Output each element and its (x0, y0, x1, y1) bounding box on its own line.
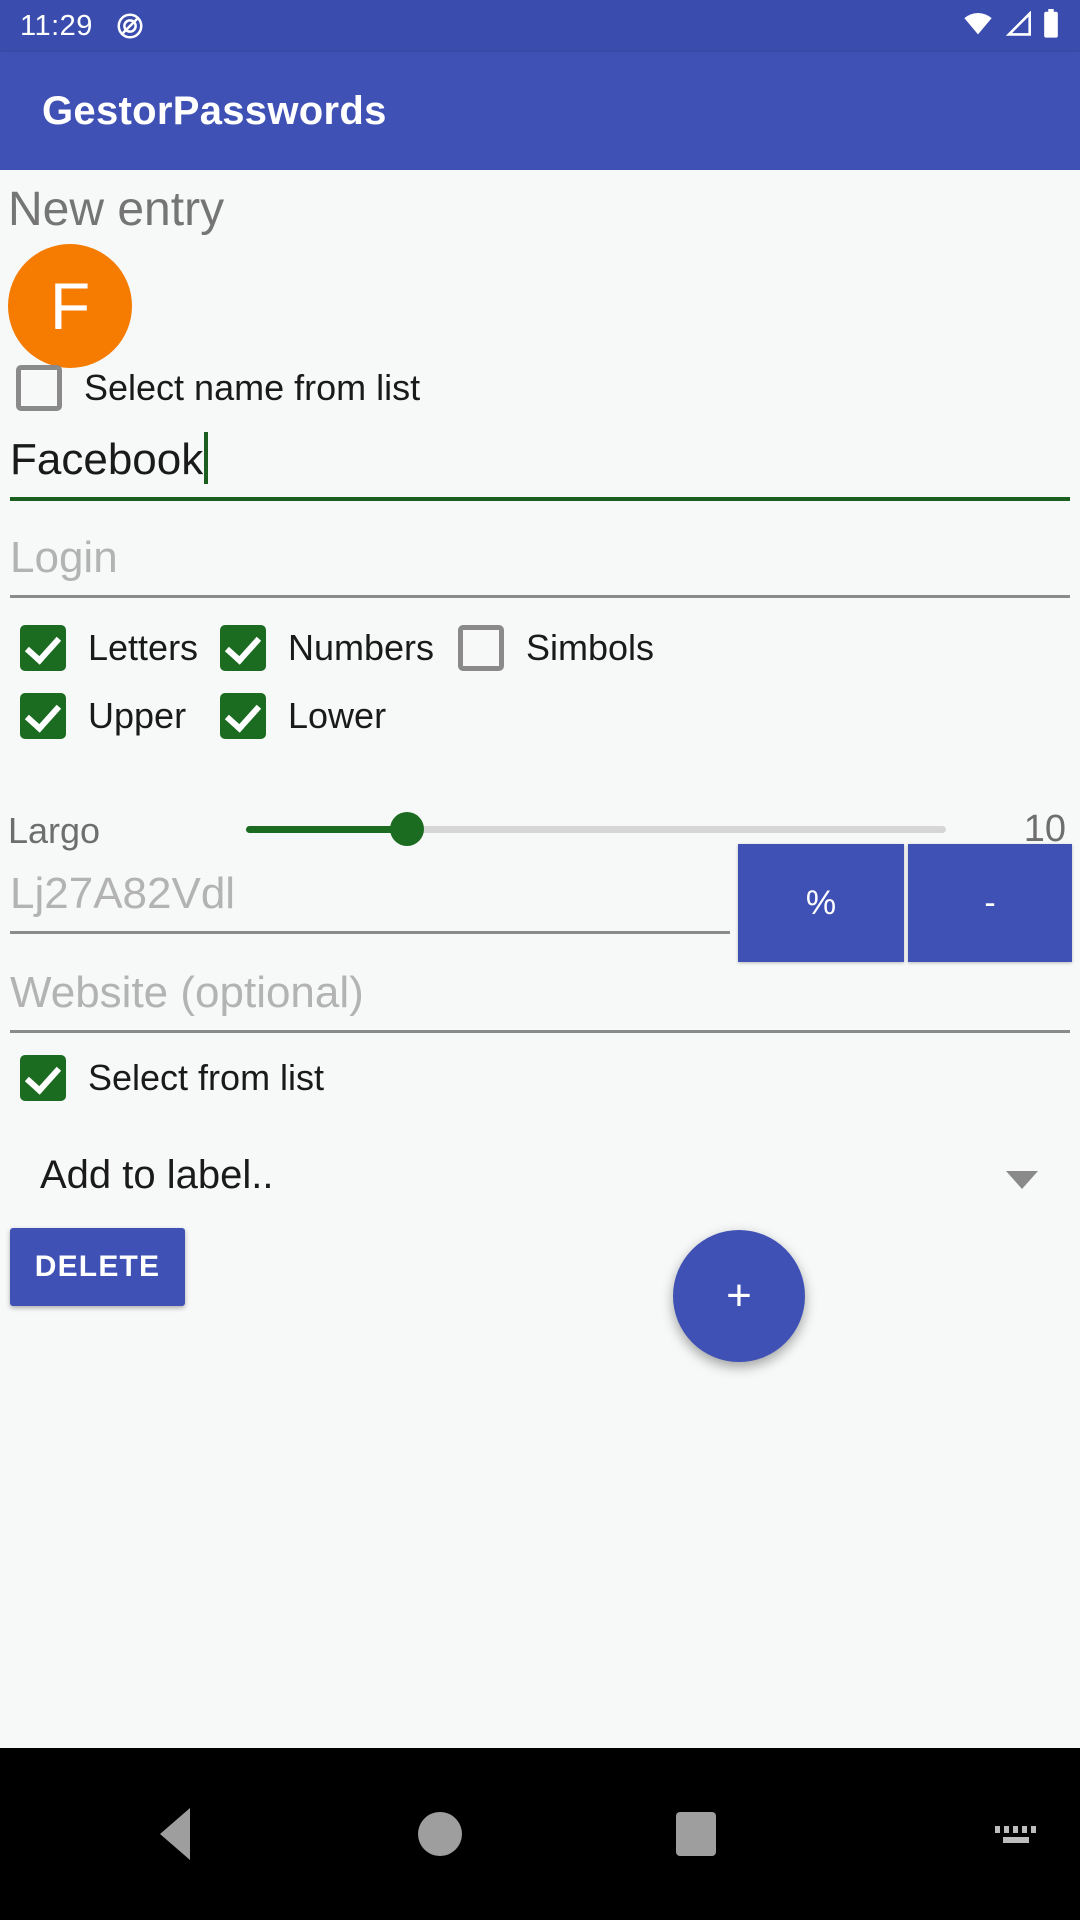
login-field-underline (10, 595, 1070, 598)
website-field-placeholder[interactable]: Website (optional) (10, 965, 1070, 1021)
checkbox-select-name-from-list[interactable]: Select name from list (16, 365, 420, 411)
checkbox-label: Numbers (288, 627, 435, 668)
app-title: GestorPasswords (42, 88, 387, 133)
password-field-placeholder[interactable]: Lj27A82Vdl (10, 866, 730, 922)
checkbox-upper[interactable]: Upper (20, 693, 186, 739)
plus-icon: + (726, 1271, 752, 1320)
back-triangle-icon[interactable] (160, 1808, 190, 1860)
password-field[interactable]: Lj27A82Vdl (10, 866, 730, 934)
checkbox-label: Select from list (88, 1057, 325, 1098)
label-spinner[interactable]: Add to label.. (0, 1135, 1080, 1225)
generate-percent-label: % (805, 883, 837, 922)
website-field-underline (10, 1030, 1070, 1033)
checkbox-box-unchecked[interactable] (458, 625, 504, 671)
checkbox-label: Letters (88, 627, 199, 668)
name-field-value: Facebook (10, 435, 204, 484)
recents-square-icon[interactable] (676, 1812, 716, 1856)
home-circle-icon[interactable] (418, 1812, 462, 1856)
login-field-placeholder[interactable]: Login (10, 530, 1070, 586)
name-field-text[interactable]: Facebook (10, 432, 1070, 488)
delete-button-label: DELETE (34, 1250, 161, 1283)
checkbox-numbers[interactable]: Numbers (220, 625, 434, 671)
circle-slash-icon (115, 11, 145, 41)
length-slider-thumb[interactable] (390, 812, 424, 846)
checkbox-label: Lower (288, 695, 387, 736)
length-slider-track[interactable] (246, 812, 946, 846)
chevron-down-icon[interactable] (1006, 1171, 1038, 1189)
app-bar: GestorPasswords (0, 52, 1080, 170)
form-content: New entry F Select name from list Facebo… (0, 170, 1080, 1748)
signal-icon (1003, 9, 1033, 42)
login-field[interactable]: Login (10, 530, 1070, 598)
label-spinner-value: Add to label.. (40, 1153, 274, 1197)
checkbox-box-checked[interactable] (20, 1055, 66, 1101)
delete-button[interactable]: DELETE (10, 1228, 185, 1306)
avatar-letter: F (49, 269, 91, 343)
checkbox-box-checked[interactable] (220, 625, 266, 671)
checkbox-box-checked[interactable] (20, 625, 66, 671)
generate-percent-button[interactable]: % (738, 844, 904, 962)
text-caret (204, 432, 209, 484)
status-bar-clock: 11:29 (20, 9, 93, 42)
navigation-bar (0, 1748, 1080, 1920)
name-field[interactable]: Facebook (10, 432, 1070, 501)
checkbox-label: Upper (88, 695, 187, 736)
checkbox-label: Simbols (526, 627, 655, 668)
phone-screen: 11:29 GestorPasswords New entry F Select… (0, 0, 1080, 1920)
password-field-underline (10, 931, 730, 934)
checkbox-box-checked[interactable] (220, 693, 266, 739)
website-field[interactable]: Website (optional) (10, 965, 1070, 1033)
checkbox-select-from-list[interactable]: Select from list (20, 1055, 324, 1101)
name-field-underline (10, 497, 1070, 501)
page-title: New entry (8, 183, 225, 236)
checkbox-box-checked[interactable] (20, 693, 66, 739)
avatar: F (8, 244, 132, 368)
checkbox-letters[interactable]: Letters (20, 625, 198, 671)
add-fab[interactable]: + (673, 1230, 805, 1362)
wifi-icon (962, 11, 994, 42)
generate-minus-label: - (984, 883, 996, 922)
checkbox-lower[interactable]: Lower (220, 693, 386, 739)
checkbox-box-unchecked[interactable] (16, 365, 62, 411)
battery-full-icon (1042, 8, 1060, 44)
generate-minus-button[interactable]: - (908, 844, 1072, 962)
keyboard-icon[interactable] (995, 1825, 1036, 1843)
checkbox-simbols[interactable]: Simbols (458, 625, 654, 671)
status-bar-icons (962, 8, 1060, 44)
length-slider-fill (246, 826, 407, 833)
status-bar: 11:29 (0, 0, 1080, 52)
checkbox-label: Select name from list (84, 367, 421, 408)
length-slider-label: Largo (8, 810, 101, 851)
